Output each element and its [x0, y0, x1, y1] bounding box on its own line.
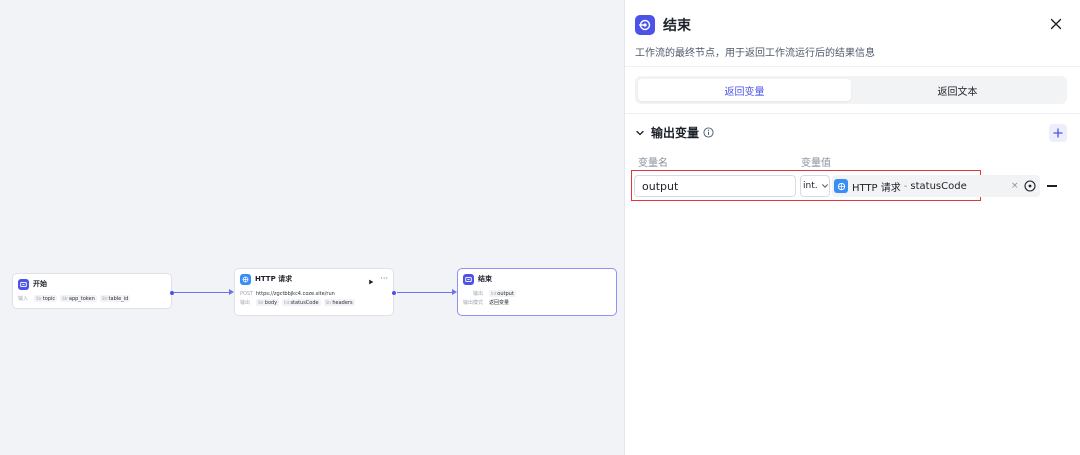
- clear-reference-button[interactable]: ×: [1011, 181, 1019, 191]
- run-icon[interactable]: [368, 270, 374, 289]
- return-mode-tabs: 返回变量 返回文本: [635, 76, 1067, 104]
- row-key: POST: [240, 290, 254, 297]
- type-select[interactable]: int.: [800, 175, 830, 197]
- close-icon: [1050, 18, 1062, 30]
- row-key: 输出: [473, 291, 484, 297]
- var-tag: Int output: [489, 290, 516, 297]
- node-title: 开始: [33, 280, 47, 288]
- target-icon[interactable]: [1024, 180, 1036, 192]
- output-port[interactable]: [392, 291, 396, 295]
- node-http-request[interactable]: HTTP 请求 ··· POST https://zgctbbjkc4.coze…: [234, 268, 396, 316]
- var-tag: Str app_token: [60, 295, 97, 302]
- ref-separator: -: [903, 180, 908, 192]
- output-section-header[interactable]: 输出变量: [635, 124, 714, 141]
- edge-http-end: [397, 292, 453, 293]
- end-icon: [635, 15, 655, 35]
- section-title: 输出变量: [651, 126, 700, 140]
- tab-return-text[interactable]: 返回文本: [851, 79, 1064, 101]
- tab-return-variable[interactable]: 返回变量: [638, 79, 851, 101]
- node-start[interactable]: 开始 输入 Str topic Str app_token Str table_id: [12, 273, 174, 309]
- row-key: 输出模式: [463, 300, 484, 306]
- plus-icon: [1053, 128, 1063, 138]
- var-tag: Str topic: [34, 295, 58, 302]
- request-url: https://zgctbbjkc4.coze.site/run: [256, 290, 335, 297]
- var-tag: Str headers: [323, 299, 355, 306]
- divider: [625, 66, 1080, 67]
- panel-description: 工作流的最终节点，用于返回工作流运行后的结果信息: [635, 48, 875, 59]
- node-end[interactable]: 结束 输出 Int output 输出模式 返回变量: [457, 268, 617, 316]
- add-variable-button[interactable]: [1049, 124, 1067, 142]
- node-title: 结束: [478, 275, 492, 283]
- http-icon: [834, 179, 848, 193]
- variable-name-input[interactable]: output: [634, 175, 796, 197]
- var-tag: Str body: [256, 299, 280, 306]
- remove-variable-button[interactable]: [1047, 185, 1057, 187]
- chevron-down-icon: [821, 184, 828, 188]
- output-port[interactable]: [170, 291, 174, 295]
- var-tag: Str table_id: [99, 295, 131, 302]
- divider: [625, 113, 1080, 114]
- ref-node-name: HTTP 请求: [852, 182, 901, 194]
- panel-title: 结束: [663, 18, 691, 34]
- type-label: int.: [803, 181, 818, 191]
- close-button[interactable]: [1048, 16, 1064, 32]
- output-mode: 返回变量: [489, 300, 510, 306]
- edge-start-http: [174, 292, 230, 293]
- var-tag: Int statusCode: [282, 299, 321, 306]
- end-icon: [463, 273, 474, 285]
- variable-reference[interactable]: HTTP 请求 - statusCode: [832, 175, 1040, 197]
- info-icon[interactable]: [703, 127, 714, 138]
- row-key: 输出: [240, 300, 251, 306]
- node-title: HTTP 请求: [255, 275, 293, 283]
- workflow-canvas[interactable]: 开始 输入 Str topic Str app_token Str table_id …: [0, 0, 624, 455]
- http-icon: [240, 273, 251, 285]
- end-node-panel: 结束 工作流的最终节点，用于返回工作流运行后的结果信息 返回变量 返回文本 输出…: [624, 0, 1080, 455]
- row-key: 输入: [18, 296, 29, 302]
- more-icon[interactable]: ···: [380, 275, 388, 283]
- column-header-value: 变量值: [801, 158, 831, 169]
- column-header-name: 变量名: [638, 158, 668, 169]
- start-icon: [18, 278, 29, 290]
- chevron-down-icon[interactable]: [635, 128, 645, 138]
- ref-field-name: statusCode: [910, 180, 967, 192]
